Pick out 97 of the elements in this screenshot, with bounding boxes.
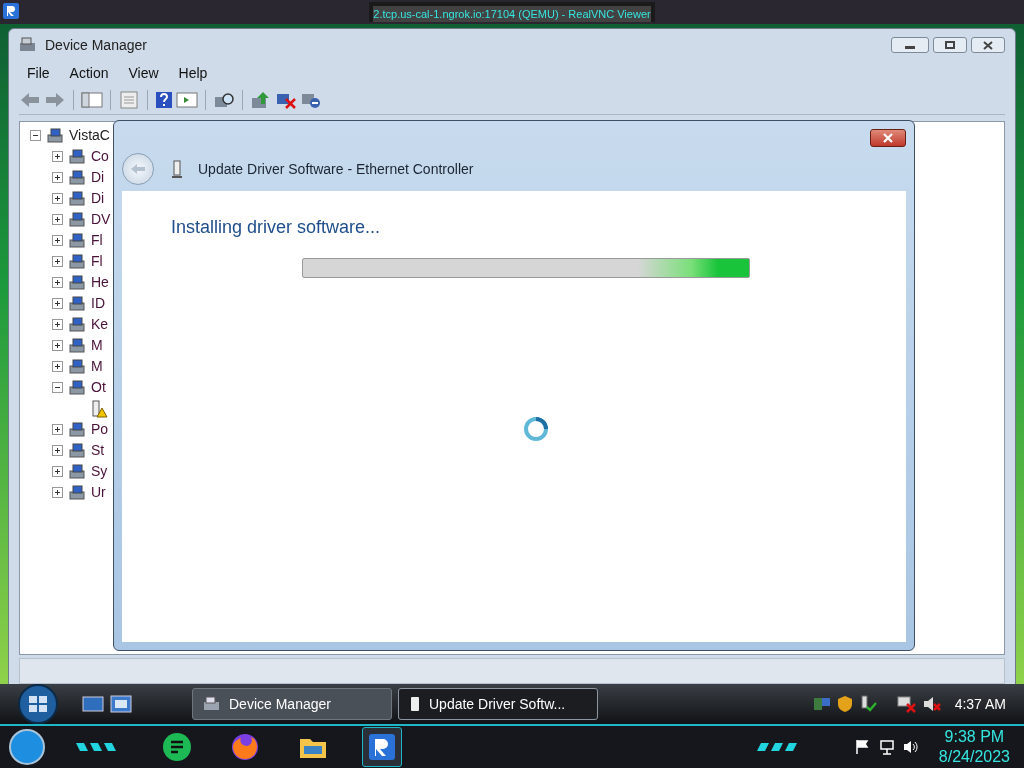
busy-icon <box>522 415 550 443</box>
device-icon <box>68 294 86 313</box>
volume-muted-icon[interactable] <box>922 695 941 713</box>
action-pane-icon[interactable] <box>176 90 198 109</box>
expand-icon[interactable] <box>52 466 63 477</box>
switch-windows-icon[interactable] <box>110 695 132 713</box>
tree-item[interactable]: Fl <box>91 251 103 272</box>
device-icon <box>68 483 86 502</box>
chevron-decoration-icon <box>754 741 799 753</box>
console-tree-icon[interactable] <box>81 90 103 109</box>
device-icon <box>68 210 86 229</box>
expand-icon[interactable] <box>52 424 63 435</box>
network-icon[interactable] <box>878 739 895 755</box>
collapse-icon[interactable] <box>52 382 63 393</box>
expand-icon[interactable] <box>52 487 63 498</box>
tree-item[interactable]: Di <box>91 167 105 188</box>
taskbar-button[interactable]: Device Manager <box>192 688 392 720</box>
expand-icon[interactable] <box>52 361 63 372</box>
expand-icon[interactable] <box>52 319 63 330</box>
menu-item[interactable]: View <box>120 60 167 86</box>
expand-icon[interactable] <box>52 151 63 162</box>
taskbar-button[interactable]: Update Driver Softw... <box>398 688 598 720</box>
tree-item[interactable]: M <box>91 356 103 377</box>
tree-item[interactable]: St <box>91 440 105 461</box>
device-icon <box>68 315 86 334</box>
minimize-button[interactable] <box>891 37 929 53</box>
device-icon <box>68 252 86 271</box>
tree-item[interactable]: He <box>91 272 109 293</box>
vnc-app-icon[interactable] <box>362 727 402 767</box>
device-icon <box>68 357 86 376</box>
network-disconnected-icon[interactable] <box>896 695 917 713</box>
collapse-icon[interactable] <box>30 130 41 141</box>
tree-item[interactable]: Ke <box>91 314 109 335</box>
expand-icon[interactable] <box>52 193 63 204</box>
expand-icon[interactable] <box>52 172 63 183</box>
expand-icon[interactable] <box>52 214 63 225</box>
device-icon <box>68 420 86 439</box>
tree-item[interactable]: Di <box>91 188 105 209</box>
scan-hardware-icon[interactable] <box>213 90 235 109</box>
expand-icon[interactable] <box>52 445 63 456</box>
device-icon <box>68 462 86 481</box>
tree-item[interactable]: ID <box>91 293 105 314</box>
tree-item[interactable]: Sy <box>91 461 108 482</box>
expand-icon[interactable] <box>52 256 63 267</box>
document-icon <box>409 696 421 712</box>
close-button[interactable] <box>971 37 1005 53</box>
tree-item[interactable]: DV <box>91 209 111 230</box>
close-button[interactable] <box>870 129 906 147</box>
dialog-heading: Installing driver software... <box>171 216 381 239</box>
maximize-button[interactable] <box>933 37 967 53</box>
warning-device-icon <box>90 399 108 418</box>
expand-icon[interactable] <box>52 235 63 246</box>
close-icon <box>983 40 993 50</box>
clock-time[interactable]: 9:38 PM <box>944 727 1005 747</box>
menu-item[interactable]: Help <box>170 60 216 86</box>
volume-icon[interactable] <box>902 739 919 755</box>
vnc-logo-icon[interactable] <box>3 3 19 19</box>
chevron-decoration-icon <box>74 741 118 753</box>
tree-item[interactable]: Ur <box>91 482 106 503</box>
menu-item[interactable]: Action <box>61 60 117 86</box>
device-icon <box>68 378 86 397</box>
start-button[interactable] <box>8 728 46 766</box>
device-icon <box>68 441 86 460</box>
network-adapter-icon <box>172 160 182 178</box>
viewer-title: 2.tcp.us-cal-1.ngrok.io:17104 (QEMU) - RealVNC Viewer <box>373 5 651 22</box>
dialog-title: Update Driver Software - Ethernet Controller <box>198 159 474 179</box>
device-icon <box>68 336 86 355</box>
expand-icon[interactable] <box>52 340 63 351</box>
tree-item[interactable]: Po <box>91 419 109 440</box>
device-icon <box>68 147 86 166</box>
device-icon <box>68 189 86 208</box>
expand-icon[interactable] <box>52 298 63 309</box>
security-shield-icon[interactable] <box>836 695 853 713</box>
device-check-icon[interactable] <box>858 695 877 713</box>
device-icon <box>68 168 86 187</box>
tree-item[interactable]: Ot <box>91 377 106 398</box>
tree-item[interactable]: M <box>91 335 103 356</box>
close-icon <box>882 133 894 143</box>
network-tray-icon[interactable] <box>812 695 831 713</box>
flag-icon[interactable] <box>854 739 871 755</box>
clock[interactable]: 4:37 AM <box>954 693 1006 715</box>
computer-management-icon <box>19 37 37 53</box>
window-title: Device Manager <box>45 35 147 55</box>
help-icon[interactable] <box>155 90 173 109</box>
tree-item[interactable]: Fl <box>91 230 103 251</box>
expand-icon[interactable] <box>52 277 63 288</box>
menu-item[interactable]: File <box>19 60 58 86</box>
update-driver-icon[interactable] <box>250 90 272 109</box>
device-icon <box>68 273 86 292</box>
device-icon <box>46 126 64 145</box>
show-desktop-icon[interactable] <box>82 695 104 713</box>
computer-management-icon <box>203 696 221 712</box>
back-arrow-icon <box>130 163 146 175</box>
clock-date[interactable]: 8/24/2023 <box>938 747 1010 767</box>
device-icon <box>68 231 86 250</box>
tree-item[interactable]: Co <box>91 146 109 167</box>
tree-item[interactable]: VistaC <box>69 125 110 146</box>
